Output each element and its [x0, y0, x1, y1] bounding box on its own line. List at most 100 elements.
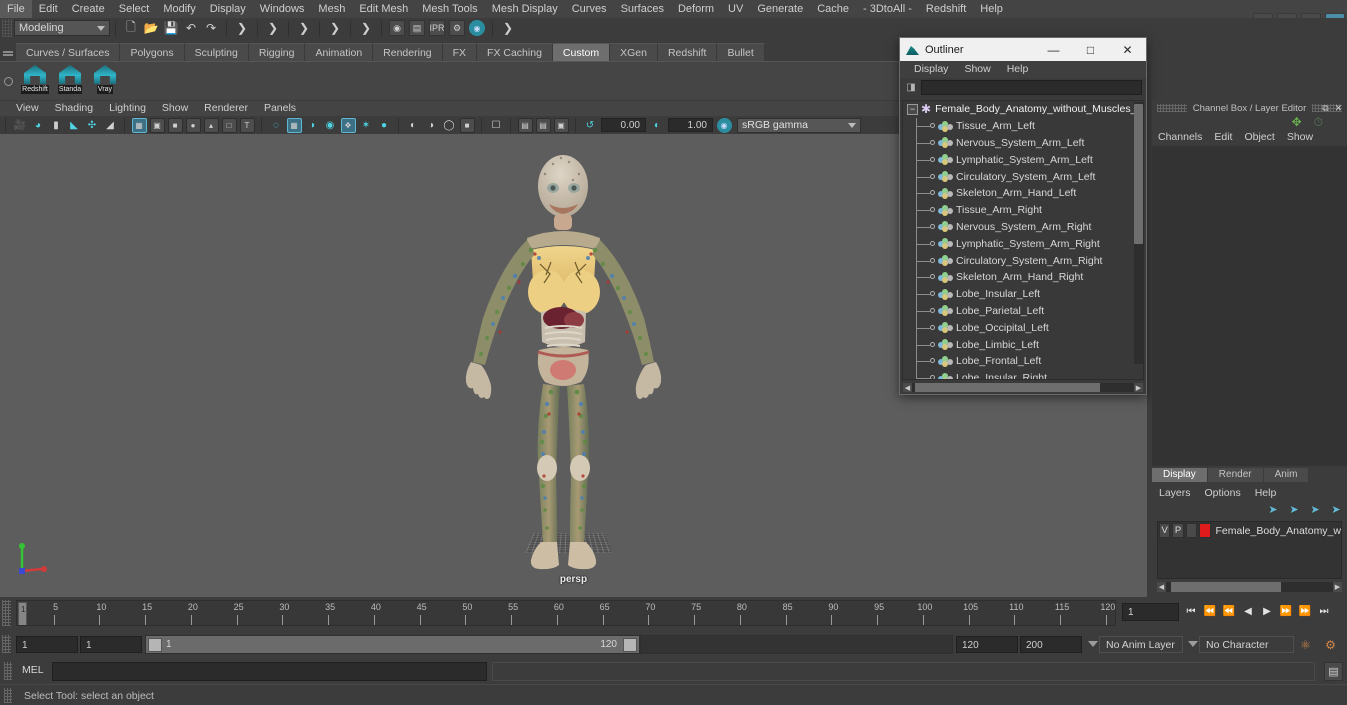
xray-icon[interactable]: ▤: [517, 117, 533, 133]
bookmark-icon[interactable]: ▮: [49, 118, 64, 133]
range-start-time-field[interactable]: 1: [80, 636, 142, 653]
camera-attributes-icon[interactable]: ◕: [31, 118, 46, 133]
channel-menu-object[interactable]: Object: [1238, 129, 1280, 145]
image-plane-icon[interactable]: ◣: [67, 118, 82, 133]
play-forwards-icon[interactable]: ▶: [1260, 602, 1274, 620]
outliner-item-circulatory-system-arm-left[interactable]: Circulatory_System_Arm_Left: [903, 168, 1143, 185]
command-input[interactable]: [52, 662, 487, 681]
shelf-tab-fx-caching[interactable]: FX Caching: [477, 43, 553, 61]
outliner-item-nervous-system-arm-left[interactable]: Nervous_System_Arm_Left: [903, 134, 1143, 152]
menu-set-dropdown[interactable]: Modeling: [14, 20, 110, 36]
gate-mask-icon[interactable]: ●: [185, 117, 201, 133]
use-default-material-icon[interactable]: ◉: [323, 118, 338, 133]
menu-file[interactable]: File: [0, 0, 32, 18]
layer-visibility-toggle[interactable]: V: [1159, 523, 1171, 538]
shelf-tab-fx[interactable]: FX: [442, 43, 478, 61]
outliner-tree[interactable]: − ✱ Female_Body_Anatomy_without_Muscles_…: [902, 100, 1144, 380]
menu-modify[interactable]: Modify: [156, 0, 202, 18]
scrollbar-thumb[interactable]: [1171, 582, 1281, 592]
step-back-frame-icon[interactable]: ⏪: [1203, 602, 1217, 620]
field-chart-icon[interactable]: ▴: [203, 117, 219, 133]
safe-action-icon[interactable]: □: [221, 117, 237, 133]
filter-icon[interactable]: ◨: [904, 81, 918, 95]
script-editor-icon[interactable]: ▤: [1324, 662, 1343, 681]
layer-menu-options[interactable]: Options: [1198, 485, 1248, 501]
menu-3dtoall[interactable]: - 3DtoAll -: [856, 0, 919, 18]
menu-select[interactable]: Select: [112, 0, 157, 18]
animation-end-time-field[interactable]: 200: [1020, 636, 1082, 653]
range-slider-bar[interactable]: 1 120: [145, 635, 640, 654]
select-by-hierarchy-icon[interactable]: ❯: [234, 20, 250, 36]
channel-menu-channels[interactable]: Channels: [1152, 129, 1208, 145]
outliner-item-lobe-frontal-left[interactable]: Lobe_Frontal_Left: [903, 352, 1143, 370]
shade-wireframe-icon[interactable]: ◑: [305, 118, 320, 133]
command-line-gripper[interactable]: [4, 662, 12, 680]
viewport-menu-view[interactable]: View: [8, 101, 47, 116]
shelf-options-button[interactable]: [0, 62, 16, 101]
shelf-tab-custom[interactable]: Custom: [552, 43, 611, 61]
maximize-icon[interactable]: □: [1072, 38, 1109, 61]
shelf-tab-polygons[interactable]: Polygons: [120, 43, 185, 61]
menu-surfaces[interactable]: Surfaces: [614, 0, 671, 18]
select-by-object-icon[interactable]: ❯: [265, 20, 281, 36]
layer-list-scrollbar[interactable]: ◀ ▶: [1157, 582, 1342, 592]
menu-deform[interactable]: Deform: [671, 0, 721, 18]
sidebar-toggle-icon[interactable]: ❯: [500, 20, 516, 36]
help-line-gripper[interactable]: [4, 688, 12, 703]
move-layer-down-icon[interactable]: ➤: [1287, 503, 1301, 516]
select-by-component-icon[interactable]: ❯: [296, 20, 312, 36]
menu-mesh-display[interactable]: Mesh Display: [485, 0, 565, 18]
layer-color-swatch[interactable]: [1199, 523, 1211, 538]
scrollbar-thumb[interactable]: [1134, 104, 1143, 244]
anim-layer-dropdown[interactable]: No Anim Layer: [1099, 636, 1183, 653]
gamma-field[interactable]: 1.00: [668, 118, 713, 132]
outliner-item-circulatory-system-arm-right[interactable]: Circulatory_System_Arm_Right: [903, 252, 1143, 269]
viewport-menu-shading[interactable]: Shading: [47, 101, 102, 116]
outliner-item-lobe-insular-left[interactable]: Lobe_Insular_Left: [903, 285, 1143, 303]
new-layer-icon[interactable]: ➤: [1308, 503, 1322, 516]
undo-arrow-icon[interactable]: ↶: [183, 20, 199, 36]
shelf-tab-sculpting[interactable]: Sculpting: [184, 43, 249, 61]
outliner-titlebar[interactable]: Outliner — □ ✕: [900, 38, 1146, 61]
status-line-gripper[interactable]: [2, 19, 12, 37]
shelf-tab-bullet[interactable]: Bullet: [717, 43, 765, 61]
play-backwards-icon[interactable]: ◀: [1241, 602, 1255, 620]
undock-icon[interactable]: ⧉: [1320, 103, 1331, 114]
anim-layer-chevron-icon[interactable]: [1088, 641, 1098, 647]
shelf-tab-xgen[interactable]: XGen: [610, 43, 658, 61]
gamma-reset-icon[interactable]: ◐: [650, 118, 665, 133]
viewport-menu-panels[interactable]: Panels: [256, 101, 304, 116]
exposure-field[interactable]: 0.00: [601, 118, 646, 132]
save-disk-icon[interactable]: 💾: [163, 20, 179, 36]
outliner-search-input[interactable]: [921, 80, 1142, 95]
range-end-time-field[interactable]: 120: [956, 636, 1018, 653]
two-d-pan-zoom-icon[interactable]: ✣: [85, 118, 100, 133]
tab-render[interactable]: Render: [1207, 468, 1264, 482]
grease-pencil-icon[interactable]: ◢: [103, 118, 118, 133]
scrollbar-thumb[interactable]: [915, 383, 1100, 392]
scroll-right-icon[interactable]: ▶: [1333, 582, 1342, 592]
outliner-item-lobe-insular-right[interactable]: Lobe_Insular_Right: [903, 369, 1143, 379]
menu-uv[interactable]: UV: [721, 0, 750, 18]
depth-of-field-icon[interactable]: ■: [459, 117, 475, 133]
layer-type-toggle[interactable]: [1185, 523, 1198, 538]
tab-display[interactable]: Display: [1152, 468, 1208, 482]
xray-active-components-icon[interactable]: ▣: [553, 117, 569, 133]
scroll-left-icon[interactable]: ◀: [903, 383, 912, 392]
layer-menu-layers[interactable]: Layers: [1152, 485, 1198, 501]
time-slider-track[interactable]: 1 5 10 15 20 25 30 35 40 45 50 55 60 65 70 75 80 85 90 95 1…: [16, 600, 1116, 626]
new-layer-from-selected-icon[interactable]: ➤: [1329, 503, 1343, 516]
menu-curves[interactable]: Curves: [565, 0, 614, 18]
menu-display[interactable]: Display: [203, 0, 253, 18]
outliner-menu-help[interactable]: Help: [999, 61, 1037, 78]
menu-redshift[interactable]: Redshift: [919, 0, 973, 18]
menu-create[interactable]: Create: [65, 0, 112, 18]
menu-mesh[interactable]: Mesh: [311, 0, 352, 18]
ipr-render-icon[interactable]: IPR: [429, 20, 445, 36]
character-set-chevron-icon[interactable]: [1188, 641, 1198, 647]
outliner-vertical-scrollbar[interactable]: [1134, 102, 1143, 364]
step-forward-frame-icon[interactable]: ⏩: [1298, 602, 1312, 620]
time-slider-gripper[interactable]: [2, 600, 11, 626]
close-icon[interactable]: ✕: [1333, 103, 1344, 114]
new-file-icon[interactable]: 🗋: [123, 20, 139, 36]
